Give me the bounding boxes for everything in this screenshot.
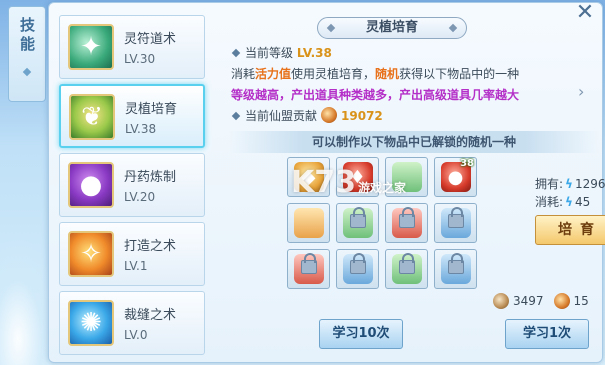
lock-icon [448, 253, 464, 274]
resource-b-value: 15 [573, 294, 589, 308]
skill-item-sew[interactable]: ✺ 裁缝之术 LV.0 [59, 291, 205, 355]
grid-item[interactable]: ● 38 [434, 157, 477, 197]
grid-item[interactable] [287, 203, 330, 243]
forge-icon: ✧ [68, 231, 114, 277]
grid-item-locked[interactable] [336, 249, 379, 289]
learn-10-button[interactable]: 学习10次 [319, 319, 403, 349]
bullet-icon [231, 111, 241, 121]
cost-value: 45 [574, 195, 591, 209]
skill-name: 灵符道术 [124, 32, 177, 47]
lock-icon [448, 207, 464, 228]
grid-item-locked[interactable] [385, 249, 428, 289]
lock-icon [350, 207, 366, 228]
tab-skills[interactable]: 技能 [8, 6, 46, 102]
skill-level: LV.1 [124, 259, 148, 273]
skill-level: LV.20 [124, 190, 156, 204]
lock-icon [399, 207, 415, 228]
skill-item-herb[interactable]: ❦ 灵植培育 LV.38 [59, 84, 205, 148]
sew-icon: ✺ [68, 300, 114, 346]
skill-level: LV.38 [125, 122, 157, 136]
cost-label: 消耗: [535, 195, 564, 209]
vitality-stock: 拥有: ϟ 1296 消耗: ϟ 45 [535, 175, 605, 211]
desc-mid: 使用灵植培育， [291, 67, 376, 81]
grid-item-locked[interactable] [434, 203, 477, 243]
panel-title: 灵植培育 [317, 17, 467, 39]
guild-coin-icon [321, 107, 338, 123]
resource-row: 3497 15 [493, 293, 589, 309]
desc-post: 获得以下物品中的一种 [399, 67, 520, 81]
level-label: 当前等级 [245, 46, 294, 60]
guild-coin-icon [553, 293, 570, 309]
skill-name: 打造之术 [124, 239, 177, 254]
skill-level: LV.0 [124, 328, 148, 342]
item-count-badge: 38 [460, 158, 474, 169]
own-value: 1296 [574, 177, 605, 191]
herb-icon: ❦ [69, 94, 115, 140]
desc-random: 随机 [375, 67, 400, 81]
vitality-icon: ϟ [565, 177, 573, 191]
pill-icon: ● [68, 162, 114, 208]
resource-a-value: 3497 [513, 294, 544, 308]
talisman-icon: ✦ [68, 24, 114, 70]
lock-icon [301, 253, 317, 274]
desc-vitality: 活力值 [255, 67, 292, 81]
close-icon[interactable]: ✕ [574, 2, 596, 25]
grid-item-locked[interactable] [434, 249, 477, 289]
orange-scroll-icon [293, 208, 324, 238]
tab-skills-label: 技能 [18, 17, 36, 55]
cultivate-button[interactable]: 培育 [535, 215, 605, 245]
learn-1-button[interactable]: 学习1次 [505, 319, 589, 349]
desc-line2: 等级越高，产出道具种类越多，产出高级道具几率越大 [231, 88, 520, 102]
craft-banner: 可以制作以下物品中已解锁的随机一种 [229, 131, 599, 153]
vitality-icon: ϟ [565, 195, 573, 209]
grid-item-locked[interactable] [287, 249, 330, 289]
contrib-value: 19072 [341, 109, 383, 123]
desc-prefix: 消耗 [231, 67, 256, 81]
level-value: LV.38 [296, 46, 332, 60]
skill-info: 当前等级 LV.38 消耗活力值使用灵植培育，随机获得以下物品中的一种 等级越高… [231, 43, 591, 127]
grid-item-locked[interactable] [336, 203, 379, 243]
diamond-icon [22, 67, 32, 77]
scroll-right-icon[interactable]: › [578, 83, 592, 101]
skill-item-pill[interactable]: ● 丹药炼制 LV.20 [59, 153, 205, 217]
watermark-logo: K73 游戏之家 [291, 165, 407, 200]
skill-level: LV.30 [124, 52, 156, 66]
contrib-label: 当前仙盟贡献 [245, 109, 318, 123]
grid-item-locked[interactable] [385, 203, 428, 243]
skill-name: 丹药炼制 [124, 170, 177, 185]
skill-name: 灵植培育 [125, 102, 178, 117]
skill-panel: ✦ 灵符道术 LV.30 ❦ 灵植培育 LV.38 ● 丹药炼制 LV.20 ✧… [48, 2, 605, 363]
lock-icon [399, 253, 415, 274]
skill-list: ✦ 灵符道术 LV.30 ❦ 灵植培育 LV.38 ● 丹药炼制 LV.20 ✧… [59, 15, 205, 360]
skill-item-forge[interactable]: ✧ 打造之术 LV.1 [59, 222, 205, 286]
lock-icon [350, 253, 366, 274]
silver-coin-icon [493, 293, 509, 309]
bullet-icon [231, 48, 241, 58]
skill-name: 裁缝之术 [124, 308, 177, 323]
own-label: 拥有: [535, 177, 564, 191]
skill-item-talisman[interactable]: ✦ 灵符道术 LV.30 [59, 15, 205, 79]
